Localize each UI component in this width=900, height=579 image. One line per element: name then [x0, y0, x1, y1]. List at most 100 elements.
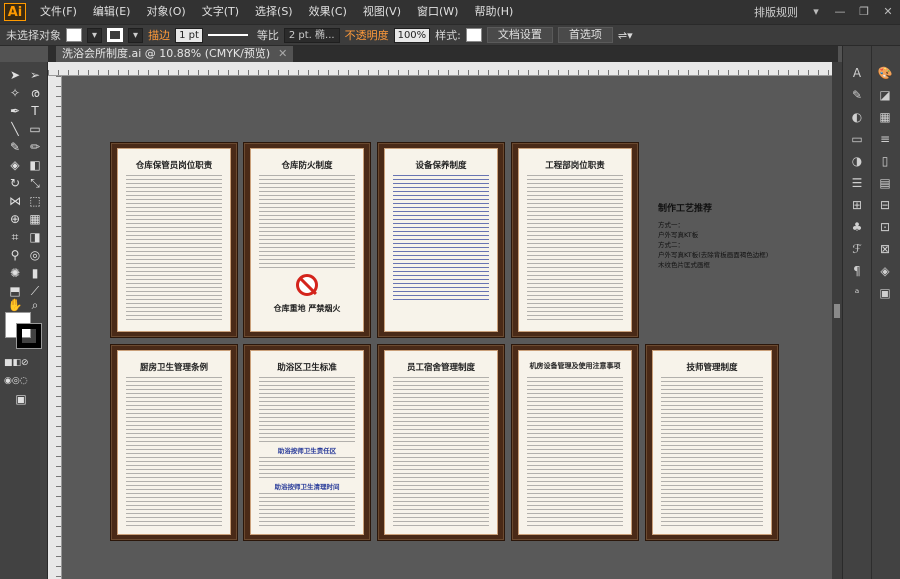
vertical-ruler[interactable]	[48, 76, 62, 579]
info-panel-icon[interactable]: ⊟	[875, 196, 895, 214]
width-tool-icon[interactable]: ⋈	[6, 192, 24, 210]
scale-tool-icon[interactable]: ⤡	[26, 174, 44, 192]
artboard-title: 设备保养制度	[415, 161, 467, 171]
character-panel-icon[interactable]: A	[847, 64, 867, 82]
artboard-bath-hygiene[interactable]: 助浴区卫生标准 助浴按师卫生责任区 助浴按师卫生清理时间	[243, 344, 371, 541]
stroke-color-swatch[interactable]	[107, 28, 124, 42]
brushes-panel-icon[interactable]: ✎	[847, 86, 867, 104]
screen-mode-icon[interactable]: ▣	[12, 390, 30, 408]
menu-file[interactable]: 文件(F)	[32, 0, 85, 24]
pathfinder-icon[interactable]: ⊞	[847, 196, 867, 214]
artboard-machine-room[interactable]: 机房设备管理及使用注意事项	[511, 344, 639, 541]
line-tool-icon[interactable]: ╲	[6, 120, 24, 138]
artboard-kitchen-hygiene[interactable]: 厨房卫生管理条例	[110, 344, 238, 541]
vertical-scrollbar[interactable]	[832, 62, 842, 579]
close-button[interactable]: ✕	[876, 0, 900, 24]
blob-brush-icon[interactable]: ◈	[6, 156, 24, 174]
appearance-panel-icon[interactable]: ▭	[847, 130, 867, 148]
free-transform-icon[interactable]: ⬚	[26, 192, 44, 210]
navigator-icon[interactable]: ▤	[875, 174, 895, 192]
workspace-switcher[interactable]: 排版规则	[748, 4, 804, 20]
asset-export-icon[interactable]: ⊠	[875, 240, 895, 258]
preferences-button[interactable]: 首选项	[557, 27, 613, 43]
symbols-panel-icon[interactable]: ♣	[847, 218, 867, 236]
lasso-icon[interactable]: ര	[26, 84, 44, 102]
links-panel-icon[interactable]: ▣	[875, 284, 895, 302]
magic-wand-icon[interactable]: ✧	[6, 84, 24, 102]
artboard-technician-rules[interactable]: 技师管理制度	[645, 344, 779, 541]
artboard-warehouse-keeper[interactable]: 仓库保管员岗位职责	[110, 142, 238, 338]
draw-mode-icon[interactable]: ◉◎◌	[4, 372, 28, 390]
stroke-weight-input[interactable]: 1 pt	[175, 27, 203, 43]
rotate-tool-icon[interactable]: ↻	[6, 174, 24, 192]
blend-tool-icon[interactable]: ◎	[26, 246, 44, 264]
maximize-button[interactable]: ❐	[852, 0, 876, 24]
gradient-tool-icon[interactable]: ◨	[26, 228, 44, 246]
shape-builder-icon[interactable]: ⊕	[6, 210, 24, 228]
stroke-profile-preview[interactable]	[207, 34, 248, 36]
menu-edit[interactable]: 编辑(E)	[85, 0, 139, 24]
horizontal-ruler[interactable]	[48, 62, 838, 76]
perspective-grid-icon[interactable]: ▦	[26, 210, 44, 228]
type-tool-icon[interactable]: T	[26, 102, 44, 120]
color-panel-icon[interactable]: 🎨	[875, 64, 895, 82]
menu-help[interactable]: 帮助(H)	[466, 0, 521, 24]
tab-close-icon[interactable]: ✕	[278, 46, 287, 62]
menu-window[interactable]: 窗口(W)	[409, 0, 466, 24]
eyedropper-icon[interactable]: ⚲	[6, 246, 24, 264]
stroke-dropdown[interactable]: ▾	[128, 27, 144, 43]
minimize-button[interactable]: —	[828, 0, 852, 24]
mesh-tool-icon[interactable]: ⌗	[6, 228, 24, 246]
production-note[interactable]: 制作工艺推荐 方式一： 户外写真KT板 方式二： 户外写真KT板(去除背板画面褐…	[658, 204, 778, 270]
artboard-fire-prevention[interactable]: 仓库防火制度 仓库重地 严禁烟火	[243, 142, 371, 338]
symbol-sprayer-icon[interactable]: ✺	[6, 264, 24, 282]
transparency-panel-icon[interactable]: ◑	[847, 152, 867, 170]
pen-tool-icon[interactable]: ✒	[6, 102, 24, 120]
artboard-dormitory-rules[interactable]: 员工宿舍管理制度	[377, 344, 505, 541]
gradient-panel-icon[interactable]: ▯	[875, 152, 895, 170]
direct-selection-tool-icon[interactable]: ➢	[26, 66, 44, 84]
artboard-title: 仓库防火制度	[281, 161, 333, 171]
fill-color-swatch[interactable]	[66, 28, 82, 42]
align-panel-icon[interactable]: ☰	[847, 174, 867, 192]
color-mode-icon[interactable]: ■◧⊘	[4, 354, 29, 372]
stroke-panel-icon[interactable]: ≡	[875, 130, 895, 148]
menu-select[interactable]: 选择(S)	[247, 0, 301, 24]
stroke-profile-label[interactable]: 等比	[257, 27, 279, 43]
graphic-styles-icon[interactable]: ◐	[847, 108, 867, 126]
opentype-panel-icon[interactable]: ℱ	[847, 240, 867, 258]
layers-panel-icon[interactable]: ◈	[875, 262, 895, 280]
artboard-engineering-duties[interactable]: 工程部岗位职责	[511, 142, 639, 338]
opacity-input[interactable]: 100%	[393, 27, 431, 43]
menu-view[interactable]: 视图(V)	[355, 0, 409, 24]
graphic-style-swatch[interactable]	[465, 28, 482, 42]
selection-status: 未选择对象	[6, 29, 61, 42]
selection-tool-icon[interactable]: ➤	[6, 66, 24, 84]
artboard-equipment-maintenance[interactable]: 设备保养制度	[377, 142, 505, 338]
menu-object[interactable]: 对象(O)	[138, 0, 193, 24]
rectangle-tool-icon[interactable]: ▭	[26, 120, 44, 138]
arrange-documents-icon[interactable]: ⇌▾	[618, 29, 633, 42]
artboards-panel-icon[interactable]: ⊡	[875, 218, 895, 236]
menu-effect[interactable]: 效果(C)	[301, 0, 355, 24]
workspace-dropdown-icon[interactable]: ▾	[804, 0, 828, 24]
paintbrush-icon[interactable]: ✎	[6, 138, 24, 156]
paragraph-panel-icon[interactable]: ¶	[847, 262, 867, 280]
scrollbar-thumb[interactable]	[834, 304, 840, 318]
glyphs-panel-icon[interactable]: ᵃ	[847, 284, 867, 302]
fill-dropdown[interactable]: ▾	[87, 27, 103, 43]
body-text-block	[527, 377, 623, 526]
menu-type[interactable]: 文字(T)	[194, 0, 247, 24]
document-setup-button[interactable]: 文档设置	[486, 27, 553, 43]
stroke-label[interactable]: 描边	[148, 27, 170, 43]
pencil-icon[interactable]: ✏	[26, 138, 44, 156]
opacity-label[interactable]: 不透明度	[345, 27, 389, 43]
stroke-color-box[interactable]	[16, 323, 42, 349]
column-graph-icon[interactable]: ▮	[26, 264, 44, 282]
eraser-icon[interactable]: ◧	[26, 156, 44, 174]
swatches-panel-icon[interactable]: ▦	[875, 108, 895, 126]
color-guide-icon[interactable]: ◪	[875, 86, 895, 104]
artboard-canvas[interactable]: 仓库保管员岗位职责 仓库防火制度 仓库重地 严禁烟火 设备保养制度 工程部岗位职…	[62, 76, 838, 579]
brush-dropdown[interactable]: 2 pt. 椭...	[283, 27, 340, 43]
document-tab[interactable]: 洗浴会所制度.ai @ 10.88% (CMYK/预览) ✕	[56, 46, 294, 62]
